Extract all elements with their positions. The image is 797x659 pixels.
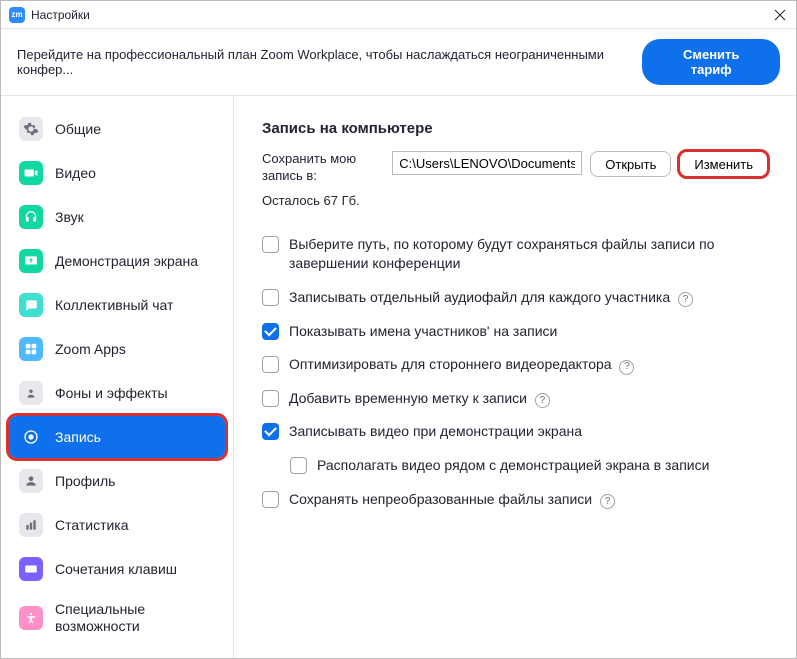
- option-label: Записывать видео при демонстрации экрана: [289, 422, 768, 442]
- sidebar-label: Сочетания клавиш: [55, 561, 177, 578]
- sidebar-item-statistics[interactable]: Статистика: [9, 504, 225, 546]
- content-area: Общие Видео Звук Демонстрация экрана: [1, 96, 796, 658]
- sidebar-label: Видео: [55, 165, 96, 182]
- sidebar-label: Запись: [55, 429, 101, 446]
- sidebar-label: Звук: [55, 209, 84, 226]
- sidebar-item-profile[interactable]: Профиль: [9, 460, 225, 502]
- option-label: Показывать имена участников' на записи: [289, 322, 768, 342]
- accessibility-icon: [19, 606, 43, 630]
- option-row-3: Оптимизировать для стороннего видеоредак…: [262, 348, 768, 382]
- background-icon: [19, 381, 43, 405]
- sidebar-item-share-screen[interactable]: Демонстрация экрана: [9, 240, 225, 282]
- gear-icon: [19, 117, 43, 141]
- record-icon: [19, 425, 43, 449]
- sidebar-item-audio[interactable]: Звук: [9, 196, 225, 238]
- option-label: Сохранять непреобразованные файлы записи…: [289, 490, 768, 510]
- checkbox[interactable]: [262, 491, 279, 508]
- sidebar-label: Фоны и эффекты: [55, 385, 168, 402]
- help-icon[interactable]: ?: [619, 360, 634, 375]
- change-folder-button[interactable]: Изменить: [679, 151, 768, 177]
- close-icon: [774, 9, 786, 21]
- sidebar-item-keyboard-shortcuts[interactable]: Сочетания клавиш: [9, 548, 225, 590]
- checkbox[interactable]: [262, 356, 279, 373]
- option-row-4: Добавить временную метку к записи ?: [262, 382, 768, 416]
- checkbox[interactable]: [262, 289, 279, 306]
- open-folder-button[interactable]: Открыть: [590, 151, 671, 177]
- checkbox[interactable]: [262, 390, 279, 407]
- sidebar-label: Общие: [55, 121, 101, 138]
- option-row-5: Записывать видео при демонстрации экрана: [262, 415, 768, 449]
- option-row-0: Выберите путь, по которому будут сохраня…: [262, 228, 768, 281]
- sidebar-label: Профиль: [55, 473, 115, 490]
- option-label: Оптимизировать для стороннего видеоредак…: [289, 355, 768, 375]
- path-label: Сохранить мою запись в:: [262, 151, 384, 185]
- keyboard-icon: [19, 557, 43, 581]
- window-title: Настройки: [31, 8, 772, 22]
- sidebar-item-video[interactable]: Видео: [9, 152, 225, 194]
- sidebar-item-general[interactable]: Общие: [9, 108, 225, 150]
- settings-window: zm Настройки Перейдите на профессиональн…: [0, 0, 797, 659]
- apps-icon: [19, 337, 43, 361]
- checkbox[interactable]: [290, 457, 307, 474]
- sidebar-item-accessibility[interactable]: Специальные возможности: [9, 592, 225, 644]
- profile-icon: [19, 469, 43, 493]
- sidebar-label: Коллективный чат: [55, 297, 173, 314]
- option-label: Добавить временную метку к записи ?: [289, 389, 768, 409]
- remaining-space: Осталось 67 Гб.: [262, 193, 768, 208]
- zoom-app-icon: zm: [9, 7, 25, 23]
- upgrade-banner: Перейдите на профессиональный план Zoom …: [1, 29, 796, 96]
- checkbox[interactable]: [262, 236, 279, 253]
- option-label: Выберите путь, по которому будут сохраня…: [289, 235, 768, 274]
- sidebar-label: Статистика: [55, 517, 129, 534]
- sidebar-label: Демонстрация экрана: [55, 253, 198, 270]
- option-label: Располагать видео рядом с демонстрацией …: [317, 456, 768, 476]
- close-button[interactable]: [772, 7, 788, 23]
- option-label: Записывать отдельный аудиофайл для каждо…: [289, 288, 768, 308]
- sidebar-item-recording[interactable]: Запись: [9, 416, 225, 458]
- sidebar-item-zoom-apps[interactable]: Zoom Apps: [9, 328, 225, 370]
- option-row-7: Сохранять непреобразованные файлы записи…: [262, 483, 768, 517]
- help-icon[interactable]: ?: [678, 292, 693, 307]
- option-row-2: Показывать имена участников' на записи: [262, 315, 768, 349]
- titlebar: zm Настройки: [1, 1, 796, 29]
- help-icon[interactable]: ?: [600, 494, 615, 509]
- recording-path-row: Сохранить мою запись в: Открыть Изменить: [262, 151, 768, 185]
- share-screen-icon: [19, 249, 43, 273]
- sidebar-label: Zoom Apps: [55, 341, 126, 358]
- checkbox[interactable]: [262, 423, 279, 440]
- recording-path-input[interactable]: [392, 151, 582, 175]
- headphones-icon: [19, 205, 43, 229]
- section-title: Запись на компьютере: [262, 120, 768, 137]
- sidebar-item-backgrounds[interactable]: Фоны и эффекты: [9, 372, 225, 414]
- banner-text: Перейдите на профессиональный план Zoom …: [17, 47, 642, 77]
- sidebar-item-team-chat[interactable]: Коллективный чат: [9, 284, 225, 326]
- main-panel: Запись на компьютере Сохранить мою запис…: [234, 96, 796, 658]
- chat-icon: [19, 293, 43, 317]
- change-plan-button[interactable]: Сменить тариф: [642, 39, 780, 85]
- video-icon: [19, 161, 43, 185]
- sidebar: Общие Видео Звук Демонстрация экрана: [1, 96, 234, 658]
- option-row-1: Записывать отдельный аудиофайл для каждо…: [262, 281, 768, 315]
- help-icon[interactable]: ?: [535, 393, 550, 408]
- option-row-6: Располагать видео рядом с демонстрацией …: [262, 449, 768, 483]
- stats-icon: [19, 513, 43, 537]
- sidebar-label: Специальные возможности: [55, 601, 215, 635]
- checkbox[interactable]: [262, 323, 279, 340]
